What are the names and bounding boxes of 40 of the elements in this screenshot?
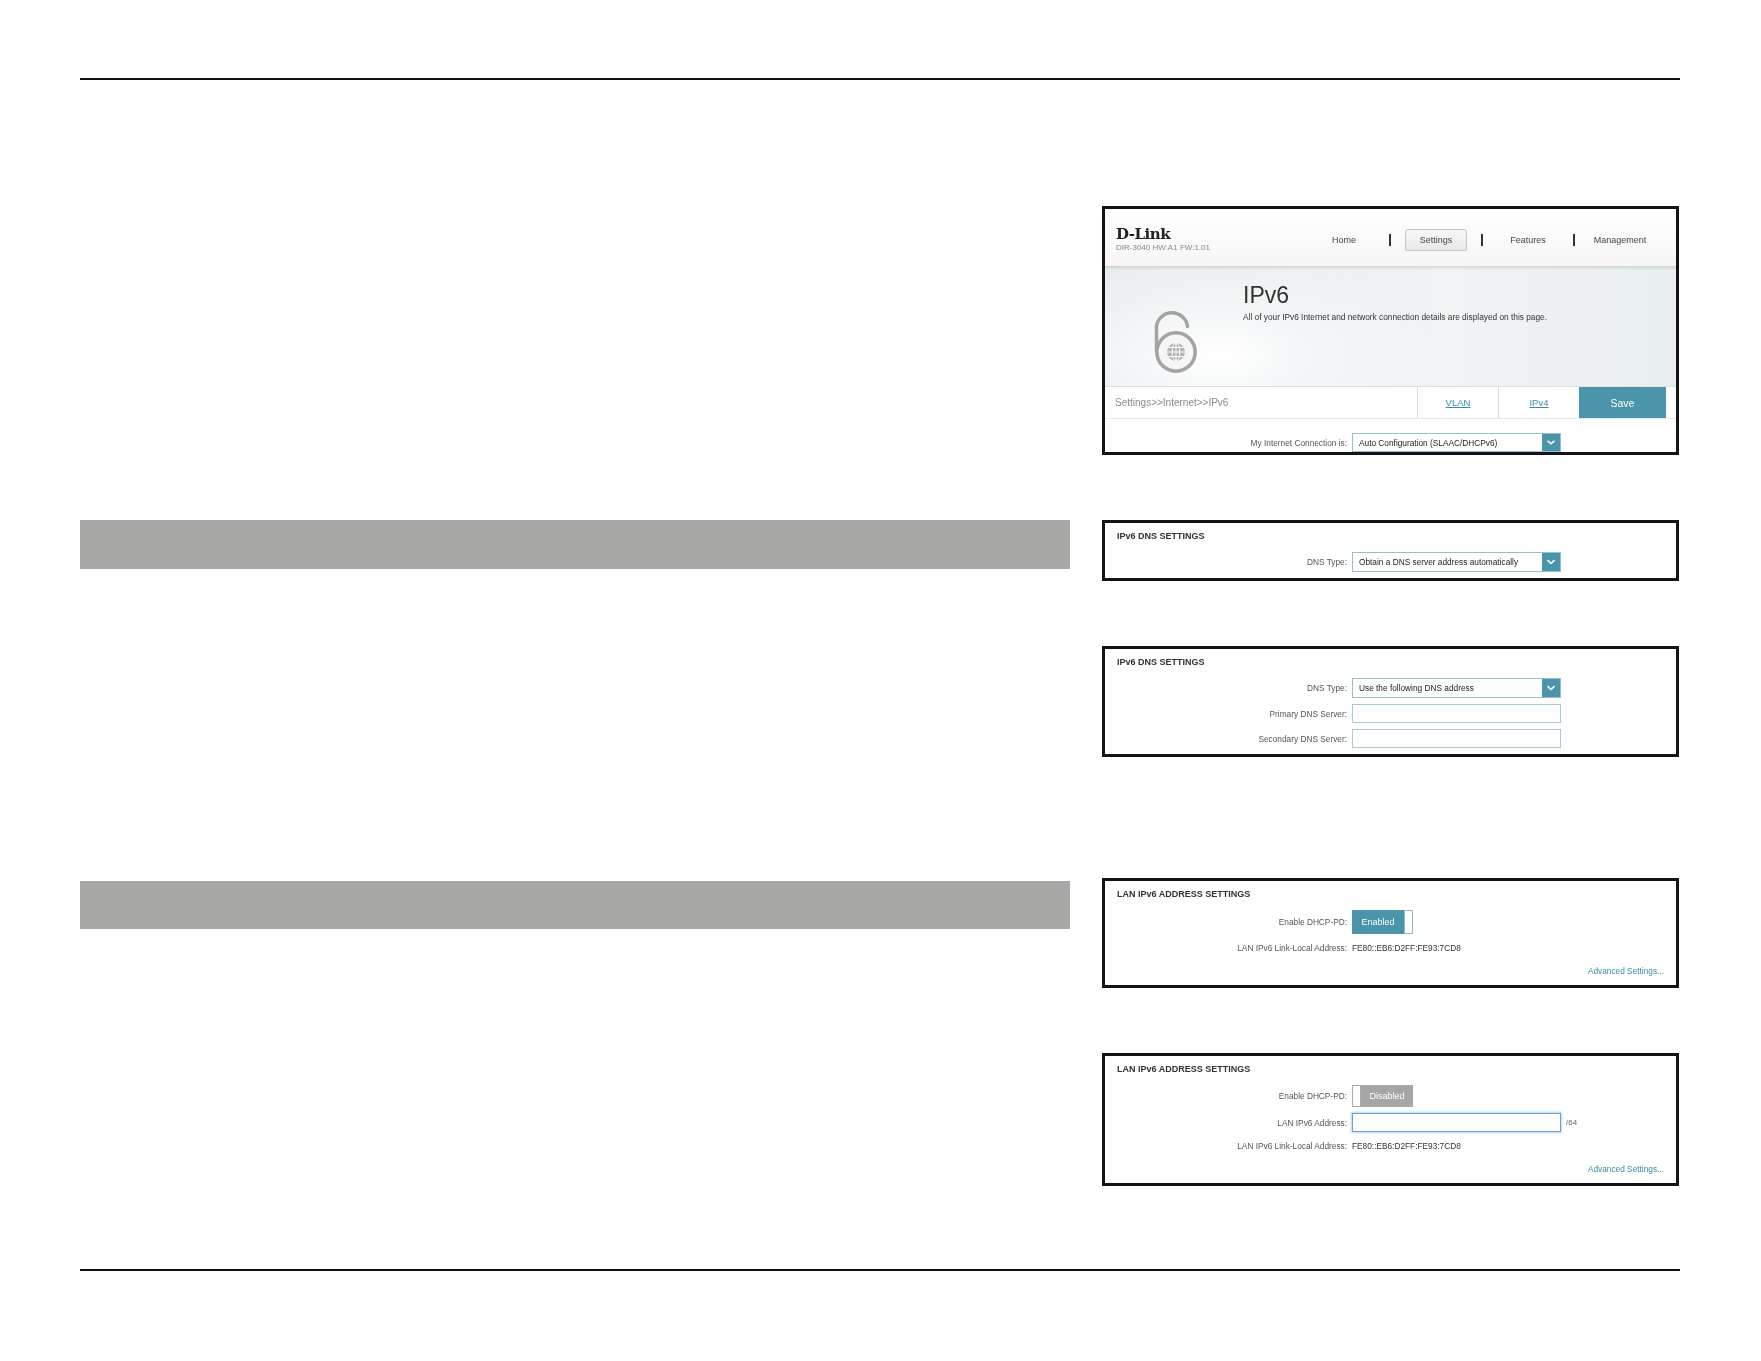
field-label: Enable DHCP-PD: [1277, 1091, 1347, 1101]
nav-tab[interactable]: Home [1317, 228, 1371, 251]
field-label: DNS Type: [1306, 557, 1347, 567]
field-value: FE80::EB6:D2FF:FE93:7CD8 [1352, 943, 1461, 953]
page-title: IPv6 [1243, 282, 1291, 308]
page-description: All of your IPv6 Internet and network connection details are displayed on this page. [1243, 311, 1547, 324]
field-label: LAN IPv6 Address: [1276, 1117, 1347, 1128]
padlock-globe-icon [1152, 309, 1198, 373]
settings-link[interactable]: Advanced Settings... [1587, 963, 1664, 979]
panel-title: IPv6 DNS SETTINGS [1116, 530, 1206, 543]
input-field[interactable] [1352, 704, 1561, 723]
model-info: DIR-3040 HW:A1 FW:1.01 [1116, 242, 1210, 253]
chevron-down-icon [1542, 434, 1560, 451]
chevron-down-icon [1542, 553, 1560, 571]
field-label: DNS Type: [1306, 683, 1347, 693]
dropdown[interactable]: Use the following DNS address [1352, 678, 1561, 698]
unit-label: /64 [1566, 1118, 1578, 1127]
field-label: Enable DHCP-PD: [1277, 917, 1347, 927]
field-value: FE80::EB6:D2FF:FE93:7CD8 [1352, 1141, 1461, 1151]
page-link[interactable]: IPv4 [1529, 397, 1549, 408]
settings-link[interactable]: Advanced Settings... [1587, 1161, 1664, 1177]
panel-title: LAN IPv6 ADDRESS SETTINGS [1116, 888, 1252, 901]
field-label: Secondary DNS Server: [1257, 733, 1347, 744]
dropdown[interactable]: Auto Configuration (SLAAC/DHCPv6) [1352, 433, 1561, 452]
field-label: Primary DNS Server: [1268, 708, 1347, 719]
nav-tab[interactable]: Settings [1404, 228, 1468, 251]
chevron-down-icon [1542, 679, 1560, 697]
field-label: My Internet Connection is: [1249, 437, 1347, 448]
input-field[interactable] [1352, 729, 1561, 748]
dropdown[interactable]: Obtain a DNS server address automatically [1352, 552, 1561, 572]
page-link[interactable]: VLAN [1445, 397, 1471, 408]
field-label: LAN IPv6 Link-Local Address: [1236, 1141, 1347, 1151]
brand-logo: D-Link [1116, 226, 1172, 242]
nav-tab[interactable]: Management [1578, 228, 1662, 251]
panel-title: IPv6 DNS SETTINGS [1116, 656, 1206, 669]
field-label: LAN IPv6 Link-Local Address: [1236, 943, 1347, 953]
panel-title: LAN IPv6 ADDRESS SETTINGS [1116, 1063, 1252, 1076]
input-field[interactable] [1352, 1113, 1561, 1132]
nav-tab[interactable]: Features [1495, 228, 1561, 251]
breadcrumb: Settings>>Internet>>IPv6 [1114, 397, 1230, 408]
